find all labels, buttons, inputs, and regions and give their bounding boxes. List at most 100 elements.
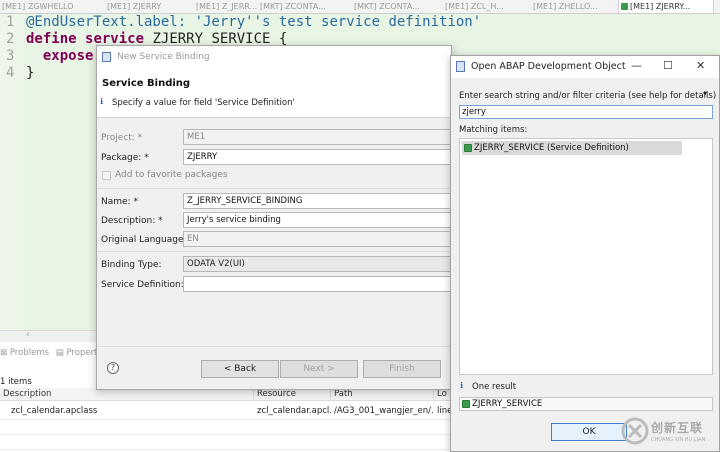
back-button[interactable]: < Back xyxy=(201,360,279,378)
tab-label: [ME1] ZGWHELLO xyxy=(2,2,74,11)
binding-type-label: Binding Type: xyxy=(101,260,162,270)
tab-zcl-h[interactable]: [ME1] ZCL_H... xyxy=(443,0,527,13)
name-label: Name: * xyxy=(101,197,138,207)
divider xyxy=(97,251,453,252)
properties-icon: ▤ xyxy=(55,348,64,358)
editor-tab-bar: [ME1] ZGWHELLO [ME1] ZJERRY [ME1] Z_JERR… xyxy=(0,0,720,14)
eclipse-window: [ME1] ZGWHELLO [ME1] ZJERRY [ME1] Z_JERR… xyxy=(0,0,720,452)
info-icon: ℹ xyxy=(100,97,104,106)
service-definition-icon xyxy=(464,144,472,152)
search-input[interactable]: zjerry xyxy=(459,105,713,119)
divider xyxy=(97,188,453,189)
line-number: 1 xyxy=(6,14,15,30)
dialog-titlebar[interactable]: New Service Binding xyxy=(97,46,451,68)
tab-zconta-1[interactable]: [MKT] ZCONTA... xyxy=(258,0,352,13)
binding-type-select[interactable]: ODATA V2(UI) xyxy=(183,256,453,272)
code-line-1: @EndUserText.label: 'Jerry''s test servi… xyxy=(26,14,481,30)
list-item[interactable]: ZJERRY_SERVICE (Service Definition) xyxy=(462,141,682,155)
watermark-subtext: CHUANG XIN HU LIAN xyxy=(651,437,706,443)
minimize-icon[interactable]: — xyxy=(631,59,642,72)
items-count: 1 items xyxy=(0,377,32,387)
tab-zgwhello[interactable]: [ME1] ZGWHELLO xyxy=(0,0,96,13)
row-divider xyxy=(0,434,460,435)
package-field[interactable]: ZJERRY xyxy=(183,149,453,165)
keyword: expose xyxy=(42,48,94,64)
service-definition-icon xyxy=(621,3,628,10)
tab-label: [MKT] ZCONTA... xyxy=(260,2,326,11)
result-count: One result xyxy=(472,382,517,392)
tab-zconta-2[interactable]: [MKT] ZCONTA... xyxy=(352,0,446,13)
favorite-label: Add to favorite packages xyxy=(115,170,228,180)
tab-zjerry[interactable]: [ME1] ZJERRY xyxy=(105,0,189,13)
matching-items-list[interactable]: ZJERRY_SERVICE (Service Definition) xyxy=(459,138,713,375)
binding-icon xyxy=(102,52,111,62)
dialog-title: Open ABAP Development Object xyxy=(471,61,626,72)
wizard-header: Service Binding ℹ Specify a value for fi… xyxy=(97,68,451,118)
ok-button[interactable]: OK xyxy=(551,423,627,441)
tab-label: [ME1] Z_JERR... xyxy=(196,2,258,11)
close-icon[interactable]: ✕ xyxy=(696,59,705,72)
row-divider xyxy=(0,419,460,420)
chevron-down-icon[interactable]: ▾ xyxy=(703,89,707,98)
info-icon: ℹ xyxy=(460,381,464,390)
wizard-title: Service Binding xyxy=(102,78,191,89)
description-field[interactable]: Jerry's service binding xyxy=(183,212,453,228)
brace: } xyxy=(26,65,35,81)
list-item-label: ZJERRY_SERVICE (Service Definition) xyxy=(474,143,629,153)
open-abap-object-dialog: Open ABAP Development Object — ☐ ✕ Enter… xyxy=(450,55,720,452)
line-number-gutter: 1 2 3 4 xyxy=(0,14,24,330)
project-label: Project: * xyxy=(101,133,143,143)
view-tabs: ⊠ Problems ▤ Properti xyxy=(0,348,100,358)
tab-label: [ME1] ZHELLO... xyxy=(533,2,598,11)
tab-label: [ME1] ZJERRY... xyxy=(630,2,691,11)
search-label: Enter search string and/or filter criter… xyxy=(459,91,717,101)
dialog-title: New Service Binding xyxy=(117,52,210,62)
row-divider xyxy=(0,449,460,450)
abap-object-icon xyxy=(456,61,465,72)
wizard-message: Specify a value for field 'Service Defin… xyxy=(112,98,295,108)
tab-zjerry-active[interactable]: [ME1] ZJERRY... xyxy=(618,0,714,13)
watermark-logo: 创新互联 CHUANG XIN HU LIAN xyxy=(621,410,720,452)
result-label: ZJERRY_SERVICE xyxy=(472,399,543,409)
project-field: ME1 xyxy=(183,129,453,145)
tab-label: [MKT] ZCONTA... xyxy=(354,2,420,11)
dialog-titlebar[interactable]: Open ABAP Development Object — ☐ ✕ xyxy=(451,56,719,78)
result-item[interactable]: ZJERRY_SERVICE xyxy=(459,397,713,411)
service-definition-label: Service Definition: * xyxy=(101,280,192,290)
line-number: 4 xyxy=(6,65,15,81)
scroll-left-icon[interactable]: ‹ xyxy=(26,330,30,340)
problems-icon: ⊠ xyxy=(0,348,8,358)
tab-label: [ME1] ZCL_H... xyxy=(445,2,504,11)
cell-path: /AG3_001_wangjer_en/... xyxy=(334,406,434,416)
tab-properties[interactable]: Properti xyxy=(66,348,99,358)
code-line-4: } xyxy=(26,65,34,81)
favorite-checkbox[interactable] xyxy=(102,171,111,180)
description-label: Description: * xyxy=(101,216,163,226)
code-line-3: expose xyxy=(26,48,94,64)
cell-resource: zcl_calendar.apcl... xyxy=(257,406,331,416)
keyword: define xyxy=(26,31,77,47)
package-label: Package: * xyxy=(101,153,149,163)
finish-button[interactable]: Finish xyxy=(363,360,441,378)
service-definition-field[interactable] xyxy=(183,276,453,292)
maximize-icon[interactable]: ☐ xyxy=(663,59,673,72)
service-definition-icon xyxy=(462,400,470,408)
tab-problems[interactable]: Problems xyxy=(10,348,49,358)
watermark-text: 创新互联 xyxy=(651,421,704,435)
tab-label: [ME1] ZJERRY xyxy=(107,2,162,11)
divider xyxy=(97,346,453,347)
string-literal: 'Jerry''s test service definition' xyxy=(194,14,482,30)
next-button[interactable]: Next > xyxy=(280,360,358,378)
original-language-label: Original Language: xyxy=(101,235,187,245)
original-language-field: EN xyxy=(183,231,453,247)
new-service-binding-dialog: New Service Binding Service Binding ℹ Sp… xyxy=(96,45,453,390)
matching-items-label: Matching items: xyxy=(459,125,528,135)
tab-zhello[interactable]: [ME1] ZHELLO... xyxy=(531,0,615,13)
name-field[interactable]: Z_JERRY_SERVICE_BINDING xyxy=(183,193,453,209)
help-button[interactable]: ? xyxy=(107,362,119,374)
line-number: 2 xyxy=(6,31,15,47)
horizontal-scrollbar[interactable]: ‹ xyxy=(0,330,97,342)
cell-description: zcl_calendar.apclass xyxy=(11,406,98,416)
line-number: 3 xyxy=(6,48,15,64)
annotation-text: @EndUserText.label: xyxy=(26,14,195,30)
